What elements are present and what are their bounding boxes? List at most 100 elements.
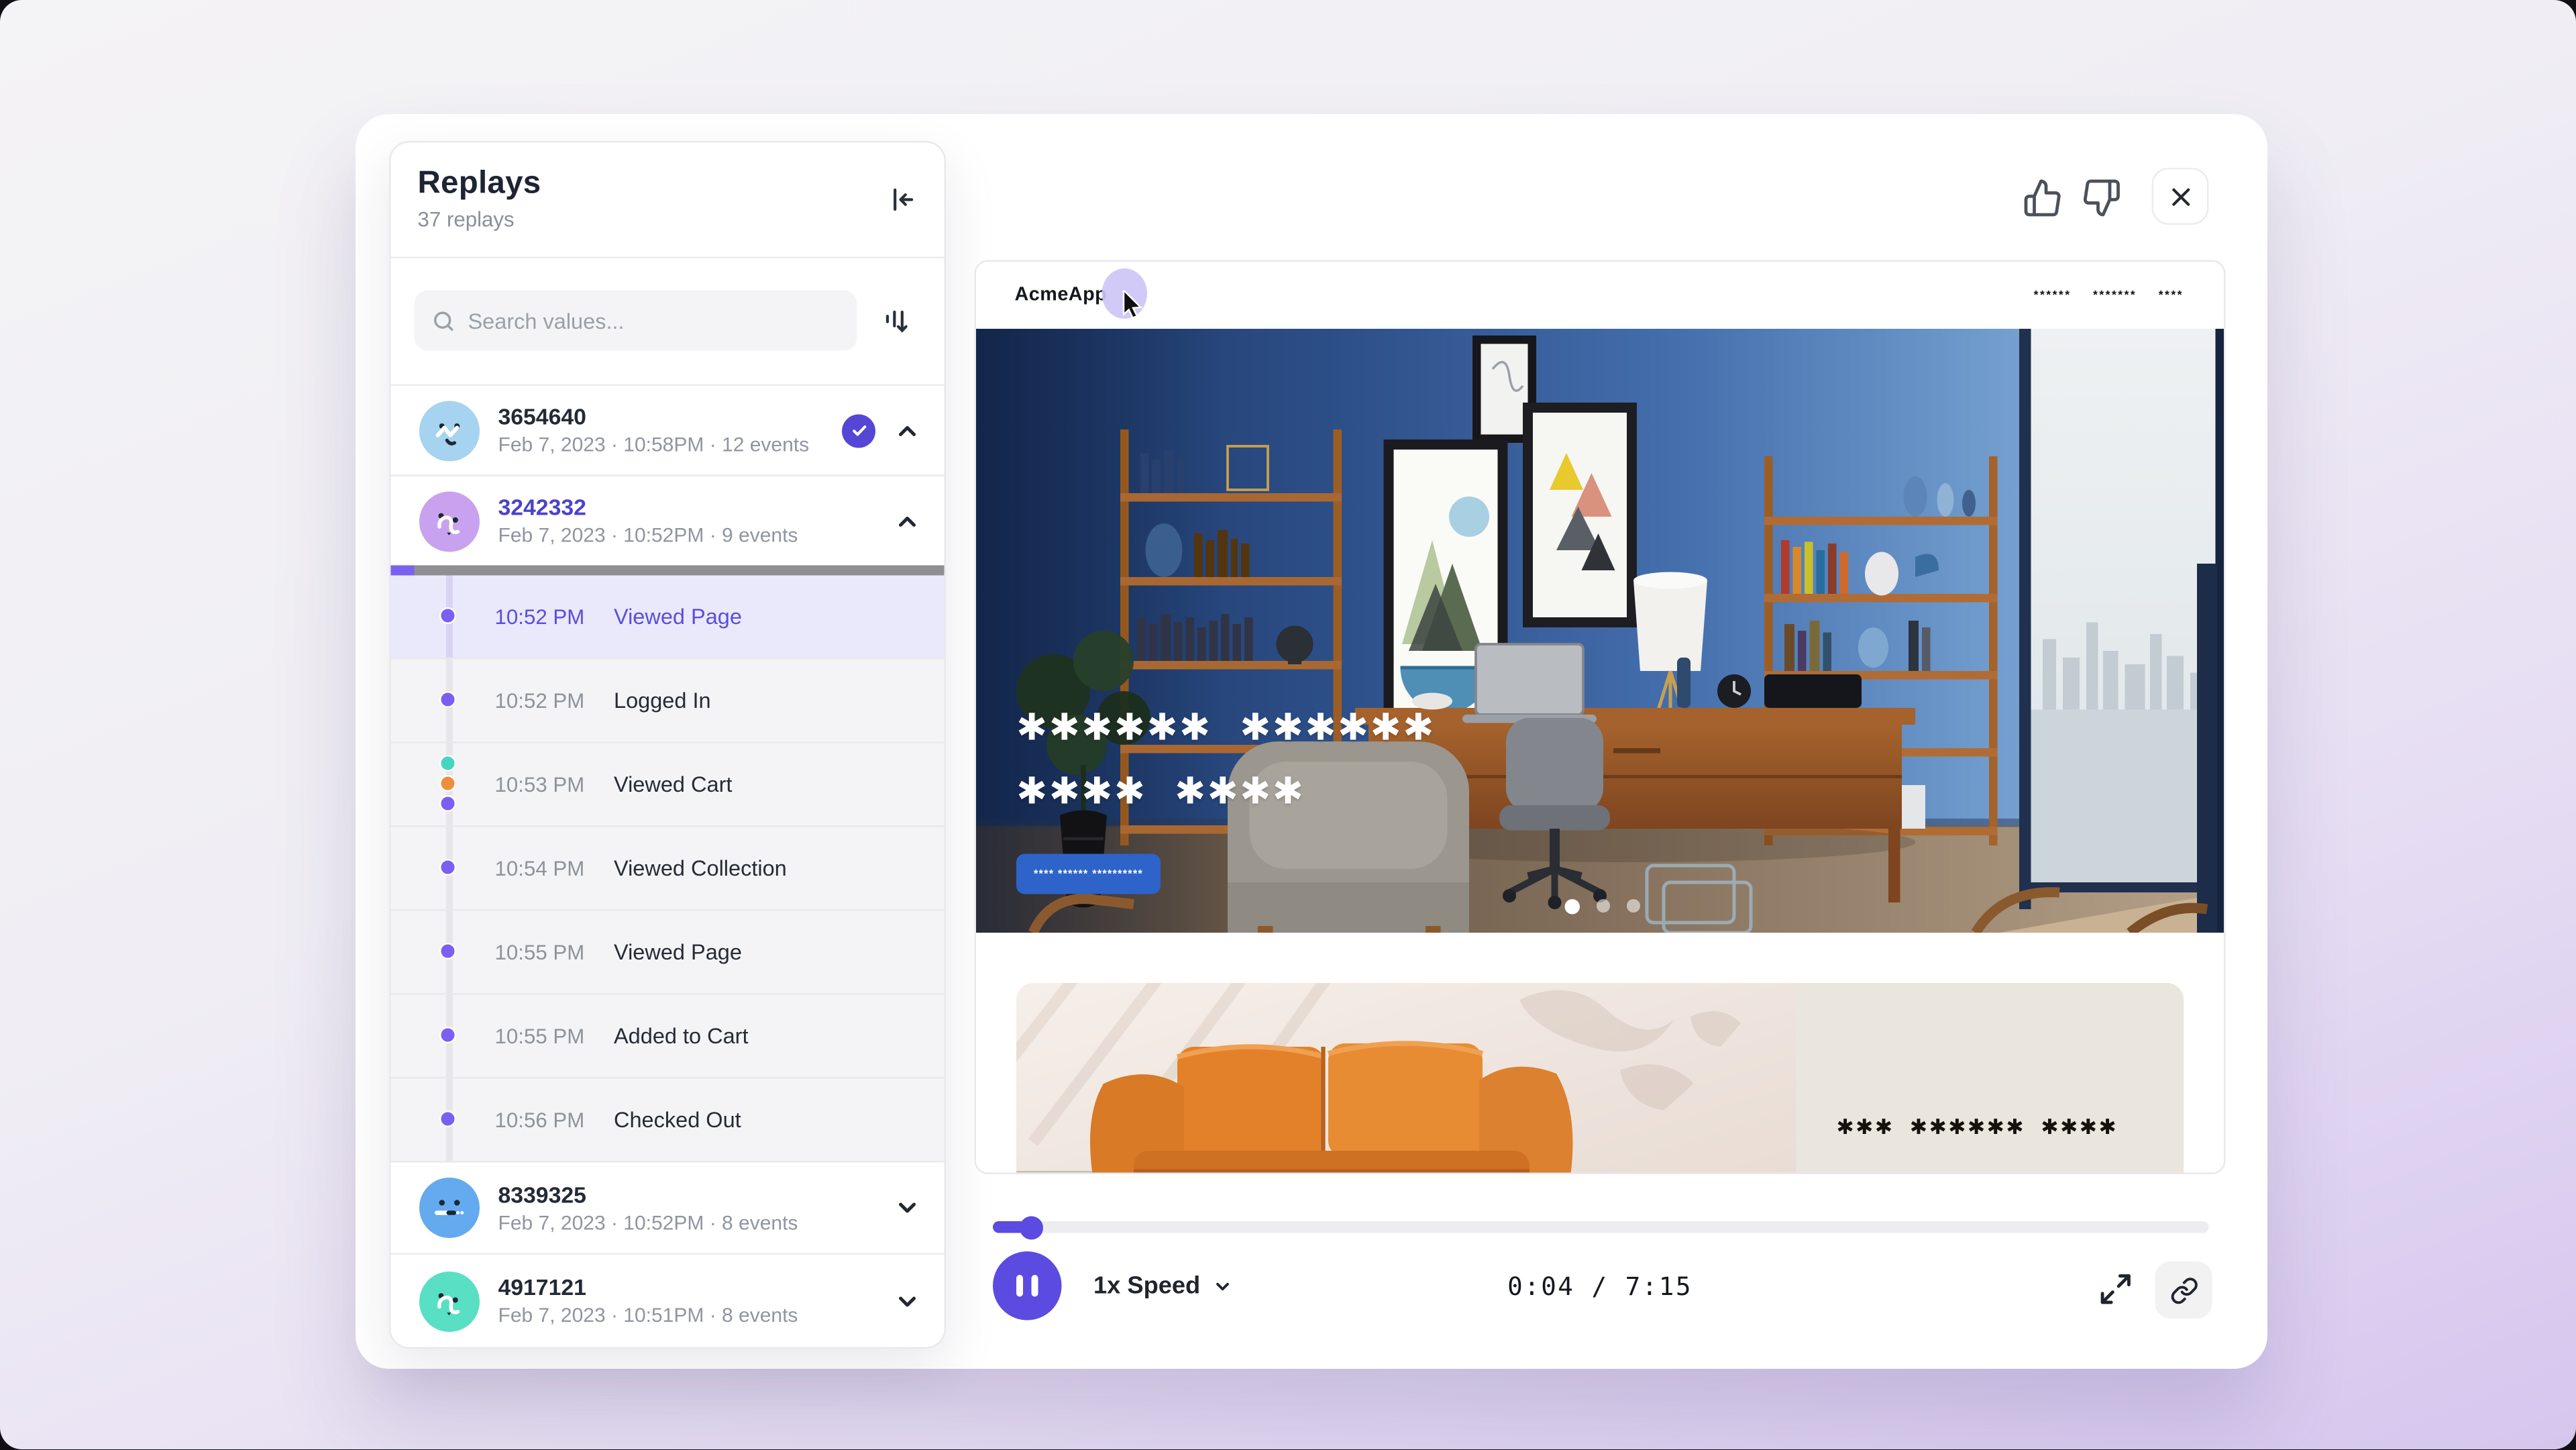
carousel-dot — [1596, 899, 1609, 913]
session-row[interactable]: 4917121 Feb 7, 2023 · 10:51PM · 8 events — [391, 1253, 945, 1347]
nav-item-masked: **** — [2159, 289, 2184, 301]
event-label: Added to Cart — [614, 1023, 749, 1049]
hero-masked-heading-line2: ✱✱✱✱ ✱✱✱✱ — [1016, 772, 1305, 814]
speed-label: 1x Speed — [1093, 1272, 1200, 1299]
session-row[interactable]: 3242332 Feb 7, 2023 · 10:52PM · 9 events — [391, 475, 945, 566]
site-nav: ****** ******* **** — [2034, 289, 2184, 301]
seek-knob[interactable] — [1020, 1215, 1043, 1239]
replay-count: 37 replays — [418, 208, 918, 231]
expand-icon — [2097, 1271, 2133, 1306]
link-icon — [2169, 1276, 2198, 1304]
carousel-dots — [976, 899, 2226, 915]
session-meta: Feb 7, 2023 · 10:52PM · 8 events — [498, 1210, 876, 1234]
event-row[interactable]: 10:52 PM Viewed Page — [391, 576, 945, 660]
thumbs-down-icon — [2082, 178, 2122, 218]
event-dot-teal — [439, 754, 456, 771]
hero-room-photo — [976, 329, 2226, 933]
close-icon — [2167, 184, 2193, 209]
session-id: 3654640 — [498, 405, 824, 430]
carousel-dot — [1626, 899, 1640, 913]
event-row[interactable]: 10:53 PM Viewed Cart — [391, 743, 945, 827]
expand-button[interactable] — [2095, 1268, 2135, 1308]
copy-link-button[interactable] — [2155, 1261, 2212, 1318]
avatar — [419, 1271, 480, 1331]
session-meta: Feb 7, 2023 · 10:51PM · 8 events — [498, 1304, 876, 1327]
nav-item-masked: ******* — [2093, 289, 2137, 301]
event-time: 10:52 PM — [495, 605, 592, 628]
search-row — [391, 258, 945, 384]
event-time: 10:55 PM — [495, 1024, 592, 1047]
product-text-panel: ✱✱✱ ✱✱✱✱✱✱ ✱✱✱✱ — [1796, 983, 2184, 1174]
event-dot — [439, 1110, 456, 1127]
event-time: 10:54 PM — [495, 856, 592, 880]
avatar — [419, 490, 480, 551]
couch-photo — [1016, 983, 1796, 1174]
thumbs-down-button[interactable] — [2080, 176, 2123, 220]
replays-sidebar: Replays 37 replays — [389, 141, 946, 1349]
event-label: Logged In — [614, 688, 711, 713]
event-time: 10:53 PM — [495, 772, 592, 796]
sort-descending-icon — [881, 304, 914, 338]
search-box — [415, 291, 857, 351]
event-dot-orange — [439, 774, 456, 791]
event-label: Viewed Collection — [614, 856, 787, 881]
progress-fill — [391, 566, 415, 576]
session-meta: Feb 7, 2023 · 10:58PM · 12 events — [498, 433, 824, 456]
event-time: 10:52 PM — [495, 688, 592, 712]
session-id: 3242332 — [498, 495, 876, 521]
session-replay-progress — [391, 566, 945, 576]
carousel-dot-active — [1564, 899, 1579, 915]
session-row[interactable]: 3654640 Feb 7, 2023 · 10:58PM · 12 event… — [391, 384, 945, 475]
avatar — [419, 400, 480, 460]
event-row[interactable]: 10:56 PM Checked Out — [391, 1079, 945, 1163]
thumbs-up-button[interactable] — [2021, 176, 2065, 220]
hero-cta-button: **** ****** ********** — [1016, 854, 1161, 894]
close-button[interactable] — [2152, 168, 2209, 225]
site-logo: AcmeApp — [1015, 285, 1108, 305]
collapse-sidebar-button[interactable] — [881, 180, 921, 220]
collapse-panel-icon — [884, 183, 918, 217]
event-dot — [439, 942, 456, 959]
event-dot — [439, 690, 456, 707]
search-input[interactable] — [468, 308, 841, 333]
pause-icon — [1016, 1275, 1023, 1297]
pause-icon — [1032, 1275, 1038, 1297]
replay-modal: Replays 37 replays — [356, 114, 2267, 1369]
event-row[interactable]: 10:52 PM Logged In — [391, 660, 945, 743]
event-timeline: 10:52 PM Viewed Page 10:52 PM Logged In … — [391, 576, 945, 1163]
chevron-down-icon[interactable] — [894, 1288, 921, 1314]
playback-speed-control[interactable]: 1x Speed — [1093, 1251, 1232, 1320]
session-info: 4917121 Feb 7, 2023 · 10:51PM · 8 events — [498, 1275, 876, 1327]
event-row[interactable]: 10:54 PM Viewed Collection — [391, 827, 945, 911]
seek-bar[interactable] — [993, 1221, 2209, 1233]
session-row[interactable]: 8339325 Feb 7, 2023 · 10:52PM · 8 events — [391, 1163, 945, 1253]
site-section-gap — [976, 933, 2224, 983]
event-dot — [439, 858, 456, 875]
sort-button[interactable] — [874, 297, 921, 344]
time-display: 0:04 / 7:15 — [1507, 1272, 1693, 1302]
site-topbar: AcmeApp ****** ******* **** — [976, 262, 2224, 329]
replay-viewport: AcmeApp ****** ******* **** — [975, 260, 2226, 1175]
session-info: 8339325 Feb 7, 2023 · 10:52PM · 8 events — [498, 1182, 876, 1234]
selected-check-badge — [842, 413, 875, 447]
event-label: Viewed Page — [614, 939, 742, 965]
event-label: Viewed Cart — [614, 772, 732, 797]
event-time: 10:56 PM — [495, 1108, 592, 1131]
sidebar-header: Replays 37 replays — [391, 143, 945, 256]
thumbs-up-icon — [2023, 178, 2063, 218]
chevron-up-icon[interactable] — [894, 507, 921, 534]
event-label: Viewed Page — [614, 604, 742, 629]
stage: Replays 37 replays — [0, 0, 2576, 1450]
event-row[interactable]: 10:55 PM Added to Cart — [391, 995, 945, 1079]
event-row[interactable]: 10:55 PM Viewed Page — [391, 911, 945, 995]
hero-banner: ✱✱✱✱✱✱ ✱✱✱✱✱✱ ✱✱✱✱ ✱✱✱✱ **** ****** ****… — [976, 329, 2226, 933]
chevron-down-icon — [1212, 1276, 1232, 1296]
chevron-up-icon[interactable] — [894, 417, 921, 444]
chevron-down-icon[interactable] — [894, 1194, 921, 1221]
event-label: Checked Out — [614, 1107, 741, 1133]
pause-button[interactable] — [993, 1251, 1062, 1320]
session-meta: Feb 7, 2023 · 10:52PM · 9 events — [498, 523, 876, 547]
session-id: 8339325 — [498, 1182, 876, 1207]
product-masked-text: ✱✱✱ ✱✱✱✱✱✱ ✱✱✱✱ — [1837, 1114, 2118, 1139]
session-info: 3654640 Feb 7, 2023 · 10:58PM · 12 event… — [498, 405, 824, 457]
